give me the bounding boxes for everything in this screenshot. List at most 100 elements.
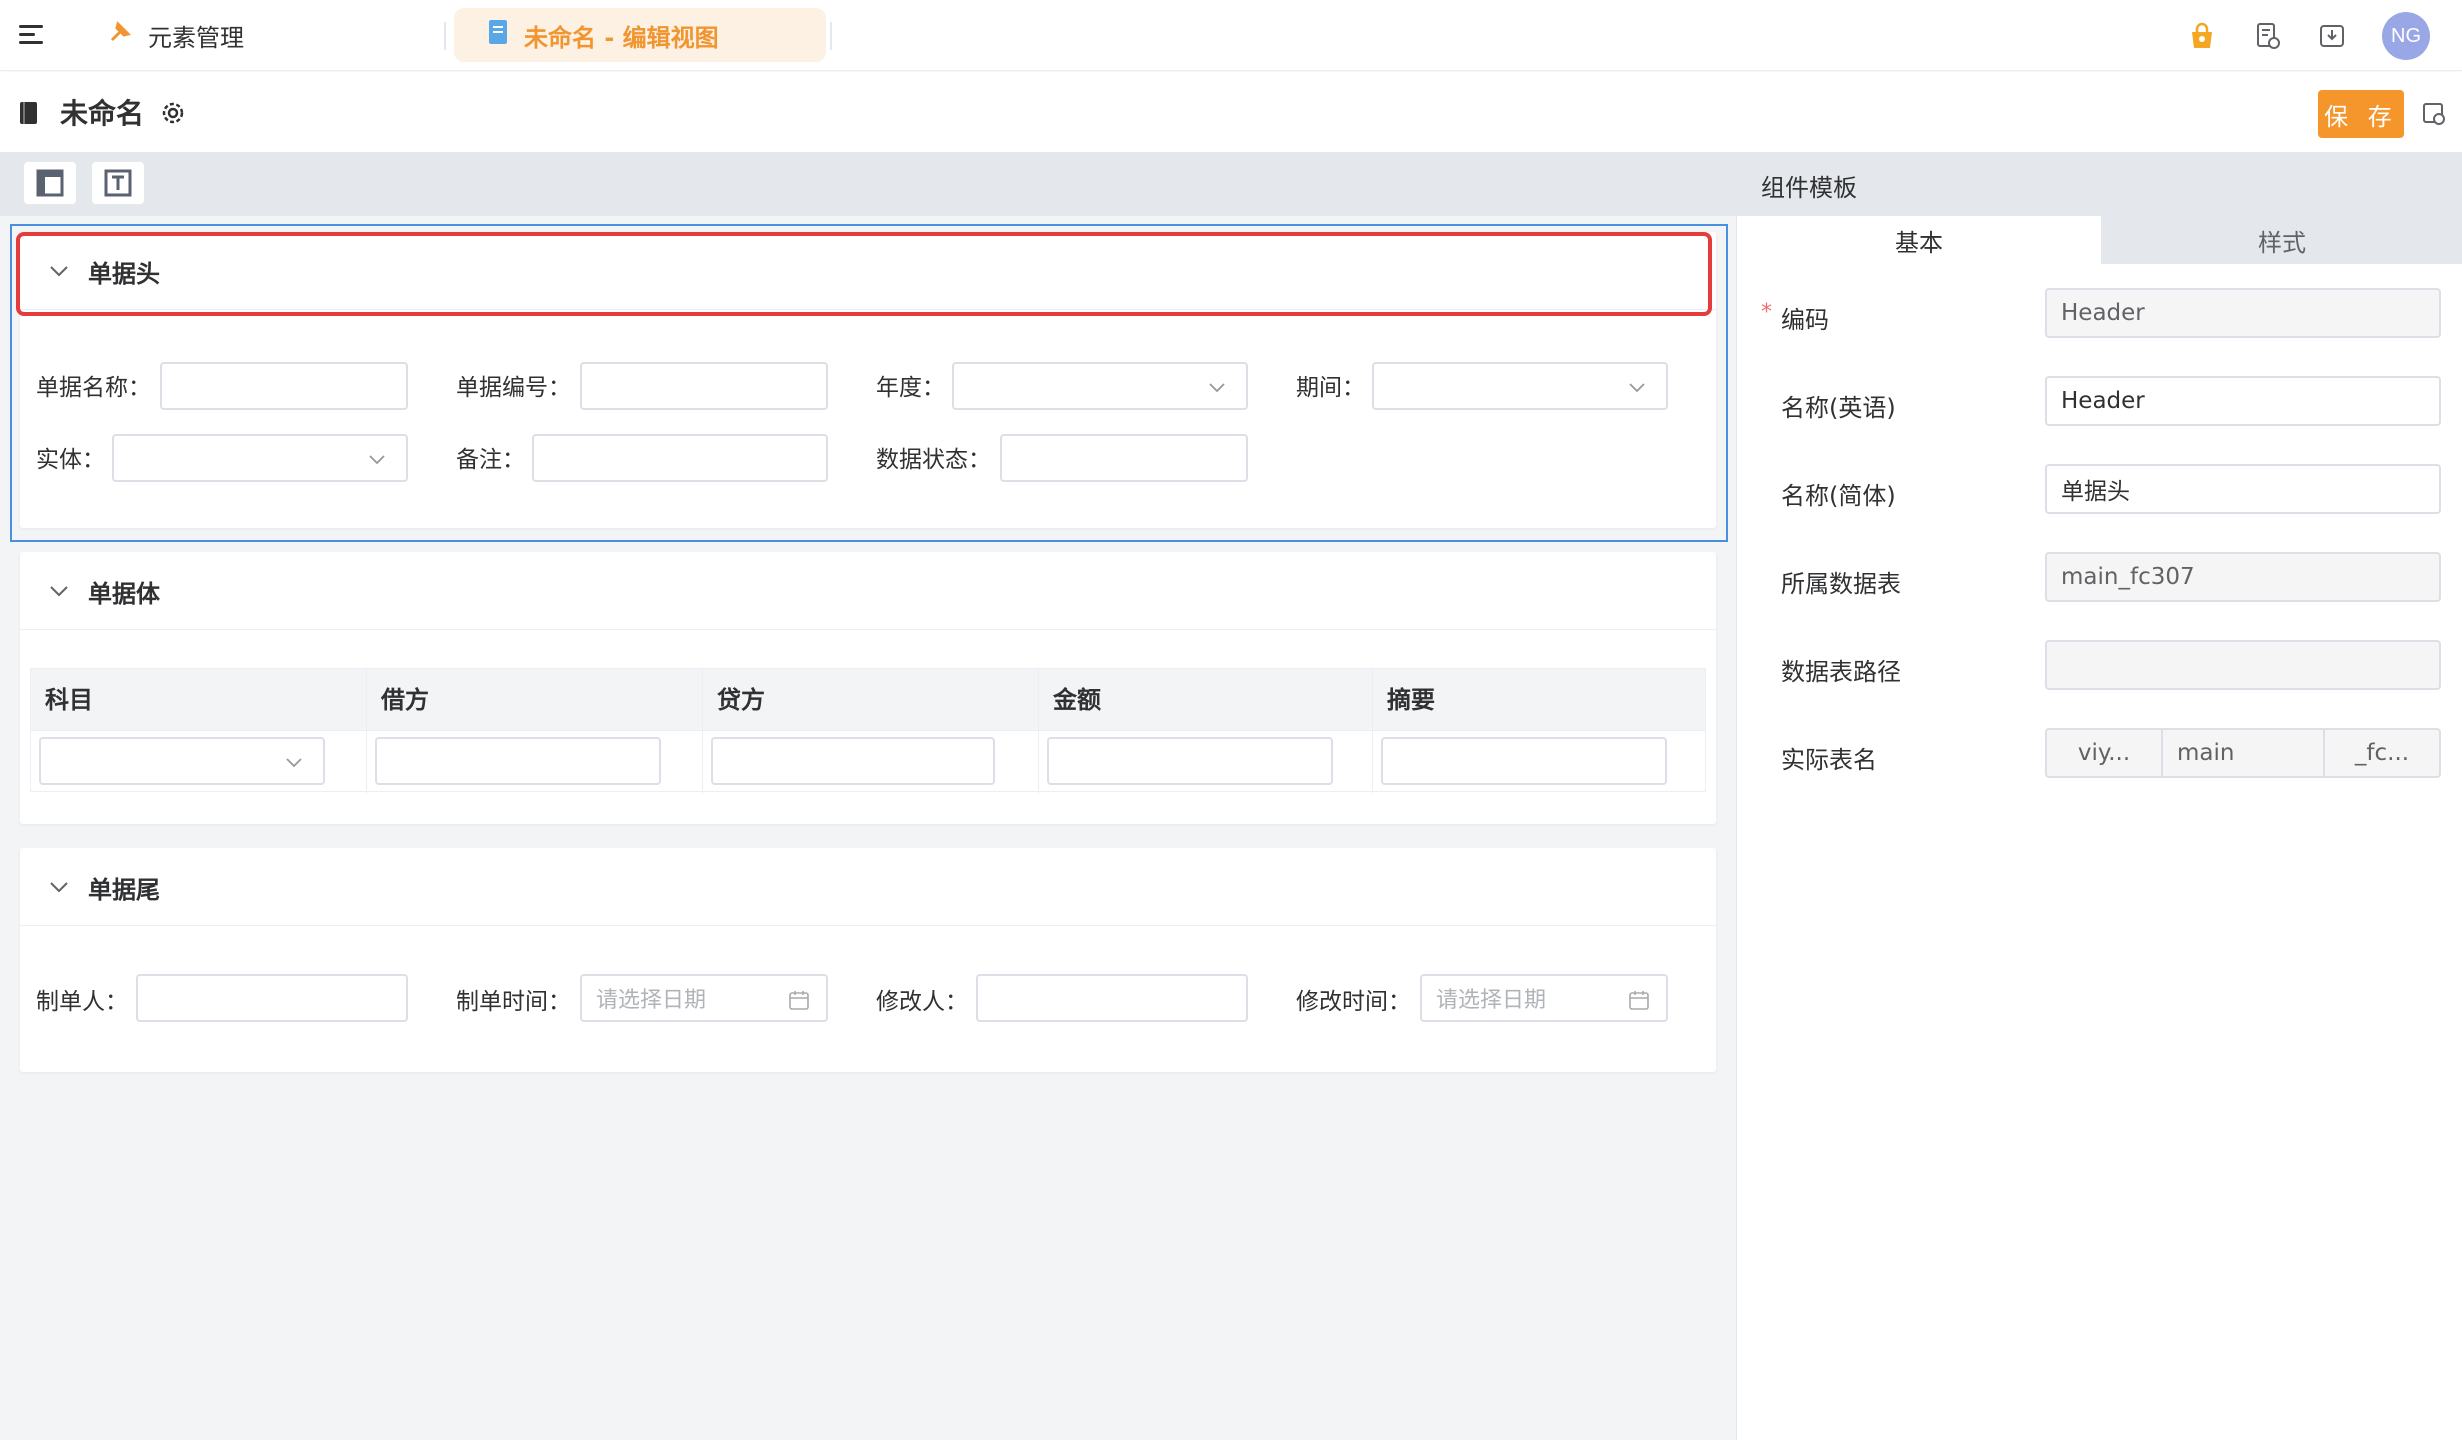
field-label-year: 年度：: [876, 375, 945, 401]
section-footer[interactable]: 单据尾 制单人： 制单时间： 请选择日期 修改人： 修改时间： 请选择日期: [20, 848, 1716, 1072]
section-body[interactable]: 单据体 科目 借方 贷方 金额 摘要: [20, 552, 1716, 824]
tab-label: 元素管理: [148, 23, 244, 52]
tool-strip: [0, 152, 1736, 216]
name-zh-field[interactable]: 单据头: [2045, 464, 2441, 514]
title-bar: 未命名 保 存: [0, 72, 2462, 152]
date-placeholder: 请选择日期: [1436, 988, 1547, 1013]
tab-divider: [444, 22, 446, 50]
document-settings-icon[interactable]: [2252, 20, 2284, 52]
date-placeholder: 请选择日期: [596, 988, 707, 1013]
tab-label: 未命名 - 编辑视图: [524, 23, 719, 52]
avatar[interactable]: NG: [2382, 12, 2430, 60]
calendar-icon: [789, 991, 809, 1010]
column-header: 摘要: [1387, 686, 1435, 714]
tab-edit-view[interactable]: 未命名 - 编辑视图: [454, 8, 826, 62]
detail-table: 科目 借方 贷方 金额 摘要: [30, 668, 1707, 793]
table-cell: [31, 731, 367, 793]
chevron-down-icon: [1209, 383, 1225, 393]
entity-select[interactable]: [112, 434, 408, 482]
field-label-status: 数据状态：: [876, 447, 991, 473]
calendar-icon: [1629, 991, 1649, 1010]
field-label-create-time: 制单时间：: [456, 989, 571, 1015]
amount-input[interactable]: [1047, 737, 1333, 785]
layout-tool-button[interactable]: [24, 162, 76, 204]
field-label-period: 期间：: [1296, 375, 1365, 401]
status-input[interactable]: [1000, 434, 1248, 482]
text-icon: [104, 169, 132, 197]
column-header: 金额: [1039, 669, 1373, 731]
prop-label-real-table: 实际表名: [1781, 746, 1877, 774]
table-cell: [703, 731, 1039, 793]
save-button[interactable]: 保 存: [2318, 90, 2404, 138]
prop-label-code: 编码: [1781, 306, 1829, 334]
subject-select[interactable]: [39, 737, 325, 785]
prop-label-table: 所属数据表: [1781, 570, 1901, 598]
creator-input[interactable]: [136, 974, 408, 1022]
layout-icon: [36, 169, 64, 197]
debit-input[interactable]: [375, 737, 661, 785]
field-label-remark: 备注：: [456, 447, 525, 473]
page-title: 未命名: [60, 97, 145, 130]
section-title: 单据尾: [88, 876, 160, 904]
chevron-down-icon[interactable]: [48, 580, 70, 602]
field-label-modifier: 修改人：: [876, 989, 968, 1015]
prop-label-name-zh: 名称(简体): [1781, 482, 1896, 510]
table-cell: [1373, 731, 1707, 793]
modify-time-picker[interactable]: 请选择日期: [1420, 974, 1668, 1022]
year-select[interactable]: [952, 362, 1248, 410]
shopping-bag-icon[interactable]: [2186, 20, 2218, 52]
chevron-down-icon: [1629, 383, 1645, 393]
section-title: 单据体: [88, 580, 160, 608]
tab-divider: [830, 22, 832, 50]
section-body-bar[interactable]: 单据体: [20, 552, 1716, 630]
text-tool-button[interactable]: [92, 162, 144, 204]
table-cell: [1039, 731, 1373, 793]
download-box-icon[interactable]: [2316, 20, 2348, 52]
table-header: 科目 借方 贷方 金额 摘要: [31, 669, 1705, 731]
doc-name-input[interactable]: [160, 362, 408, 410]
create-time-picker[interactable]: 请选择日期: [580, 974, 828, 1022]
tab-basic[interactable]: 基本: [1737, 216, 2101, 264]
field-label-doc-name: 单据名称：: [36, 375, 151, 401]
table-cell: [367, 731, 703, 793]
tab-style[interactable]: 样式: [2101, 216, 2462, 264]
summary-input[interactable]: [1381, 737, 1667, 785]
properties-panel: 组件模板 基本 样式 * 编码 Header 名称(英语) Header 名称(…: [1736, 152, 2462, 1440]
panel-header: 组件模板: [1737, 152, 2462, 216]
panel-title: 组件模板: [1761, 174, 1857, 202]
column-header: 借方: [367, 669, 703, 731]
book-icon: [18, 100, 40, 126]
code-field[interactable]: Header: [2045, 288, 2441, 338]
document-icon: [486, 18, 510, 52]
chevron-down-icon[interactable]: [48, 876, 70, 898]
chevron-down-icon: [286, 758, 302, 768]
period-select[interactable]: [1372, 362, 1668, 410]
real-table-main[interactable]: main: [2161, 728, 2325, 778]
name-en-field[interactable]: Header: [2045, 376, 2441, 426]
field-label-doc-no: 单据编号：: [456, 375, 571, 401]
remark-input[interactable]: [532, 434, 828, 482]
path-field[interactable]: [2045, 640, 2441, 690]
pin-icon: [106, 18, 134, 52]
column-header: 科目: [31, 669, 367, 731]
prop-label-name-en: 名称(英语): [1781, 394, 1896, 422]
top-bar: 元素管理 未命名 - 编辑视图 NG: [0, 0, 2462, 71]
table-field[interactable]: main_fc307: [2045, 552, 2441, 602]
gear-icon[interactable]: [158, 98, 188, 128]
field-label-entity: 实体：: [36, 447, 105, 473]
preview-icon[interactable]: [2420, 100, 2448, 128]
prop-label-path: 数据表路径: [1781, 658, 1901, 686]
menu-icon[interactable]: [16, 20, 46, 50]
field-label-modify-time: 修改时间：: [1296, 989, 1411, 1015]
modifier-input[interactable]: [976, 974, 1248, 1022]
doc-no-input[interactable]: [580, 362, 828, 410]
field-label-creator: 制单人：: [36, 989, 128, 1015]
required-mark: *: [1761, 300, 1772, 325]
section-footer-bar[interactable]: 单据尾: [20, 848, 1716, 926]
real-table-suffix: _fc...: [2323, 728, 2441, 778]
real-table-prefix: viy...: [2045, 728, 2163, 778]
highlight-box: [16, 232, 1712, 316]
tab-element-management[interactable]: 元素管理: [96, 8, 436, 62]
column-header: 贷方: [703, 669, 1039, 731]
credit-input[interactable]: [711, 737, 995, 785]
